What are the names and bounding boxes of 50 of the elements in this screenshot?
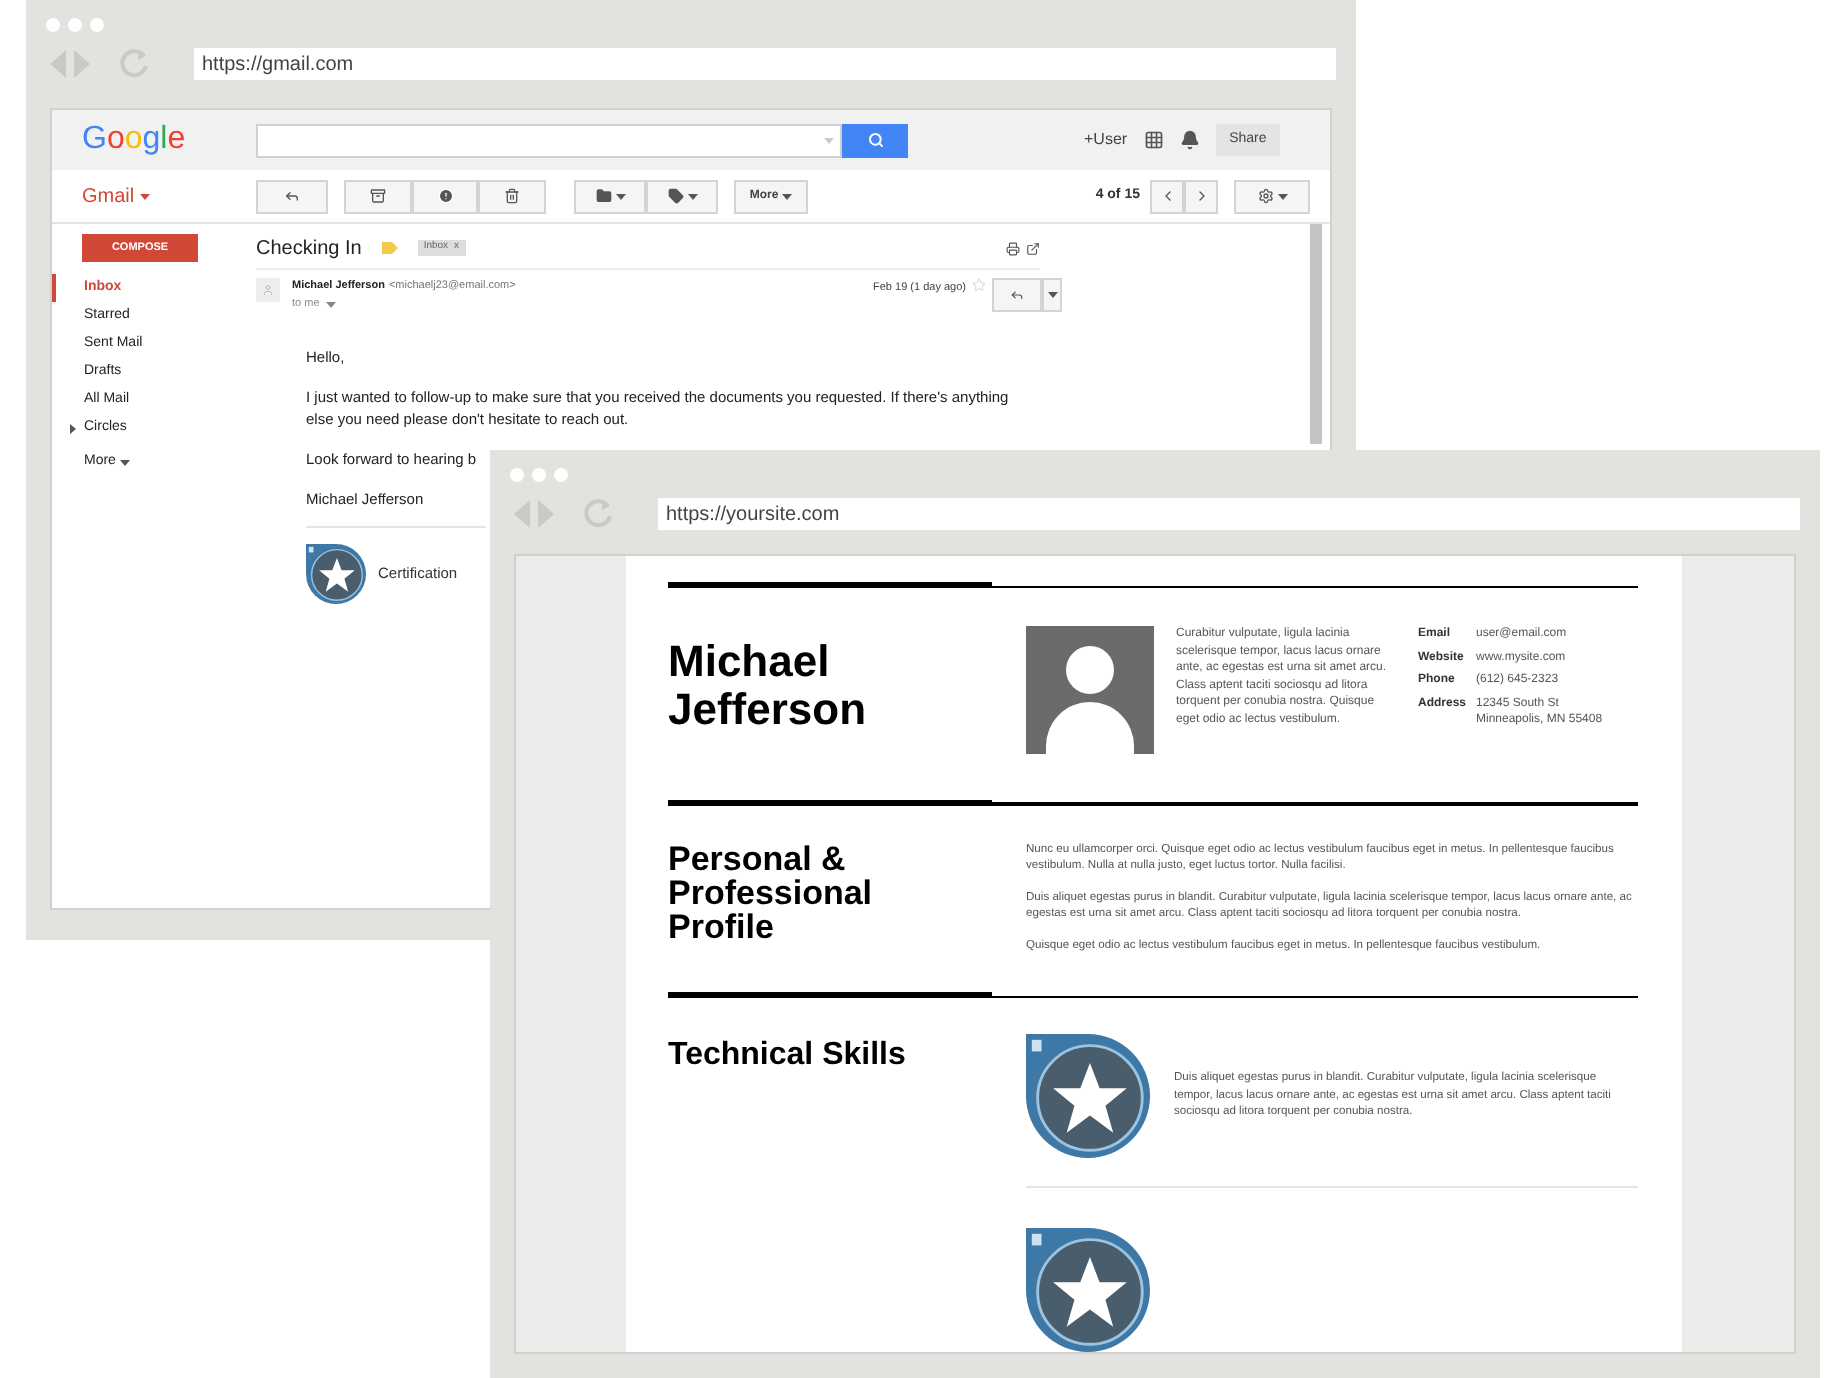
search-icon [867, 132, 883, 148]
star-badge-icon [306, 543, 366, 603]
user-link[interactable]: +User [1084, 128, 1128, 152]
person-name: Michael Jefferson [668, 634, 869, 738]
profile-photo-placeholder [1026, 626, 1154, 754]
settings-icon [1257, 188, 1273, 204]
email-subject: Checking In [256, 235, 362, 263]
new-window-icon[interactable] [1026, 241, 1040, 255]
apps-grid-icon[interactable] [1143, 130, 1164, 150]
window-controls-drawing [510, 468, 568, 482]
expand-arrow-icon[interactable] [70, 423, 76, 433]
address-bar[interactable]: https://yoursite.com [658, 498, 1800, 530]
person-icon [262, 284, 274, 296]
settings-button[interactable] [1234, 179, 1310, 213]
archive-button[interactable] [344, 179, 412, 213]
caret-icon [1047, 292, 1057, 298]
star-icon[interactable] [972, 278, 986, 292]
tag-icon [667, 188, 683, 204]
previous-button[interactable] [1150, 179, 1184, 213]
gmail-menu[interactable]: Gmail [82, 181, 151, 211]
section-title: Technical Skills [668, 1038, 908, 1076]
search-button[interactable] [842, 123, 908, 157]
notifications-bell-icon[interactable] [1179, 130, 1200, 150]
caret-icon [782, 193, 793, 199]
window-controls-drawing [46, 18, 104, 32]
caret-icon [325, 301, 336, 308]
caret-icon [615, 193, 625, 199]
caret-icon [687, 193, 697, 199]
caret-icon [140, 193, 151, 199]
address-bar[interactable]: https://gmail.com [194, 48, 1336, 80]
section-title: Personal & Professional Profile [668, 841, 875, 949]
report-spam-button[interactable] [412, 179, 478, 213]
trash-icon [504, 188, 520, 204]
scrollbar[interactable] [1310, 224, 1322, 444]
print-icon[interactable] [1006, 241, 1020, 255]
next-button[interactable] [1184, 179, 1218, 213]
alert-icon [437, 188, 453, 204]
reply-icon [1010, 288, 1024, 302]
archive-icon [370, 188, 386, 204]
label-tag-icon [381, 242, 398, 254]
caret-icon [119, 459, 130, 466]
delete-button[interactable] [478, 179, 546, 213]
reply-icon [284, 188, 300, 204]
caret-icon [1277, 193, 1287, 199]
caret-icon [824, 137, 834, 143]
move-to-button[interactable] [574, 179, 646, 213]
folder-icon [595, 188, 611, 204]
labels-button[interactable] [646, 179, 718, 213]
search-field[interactable] [256, 123, 842, 157]
more-options-button[interactable] [1042, 278, 1062, 312]
